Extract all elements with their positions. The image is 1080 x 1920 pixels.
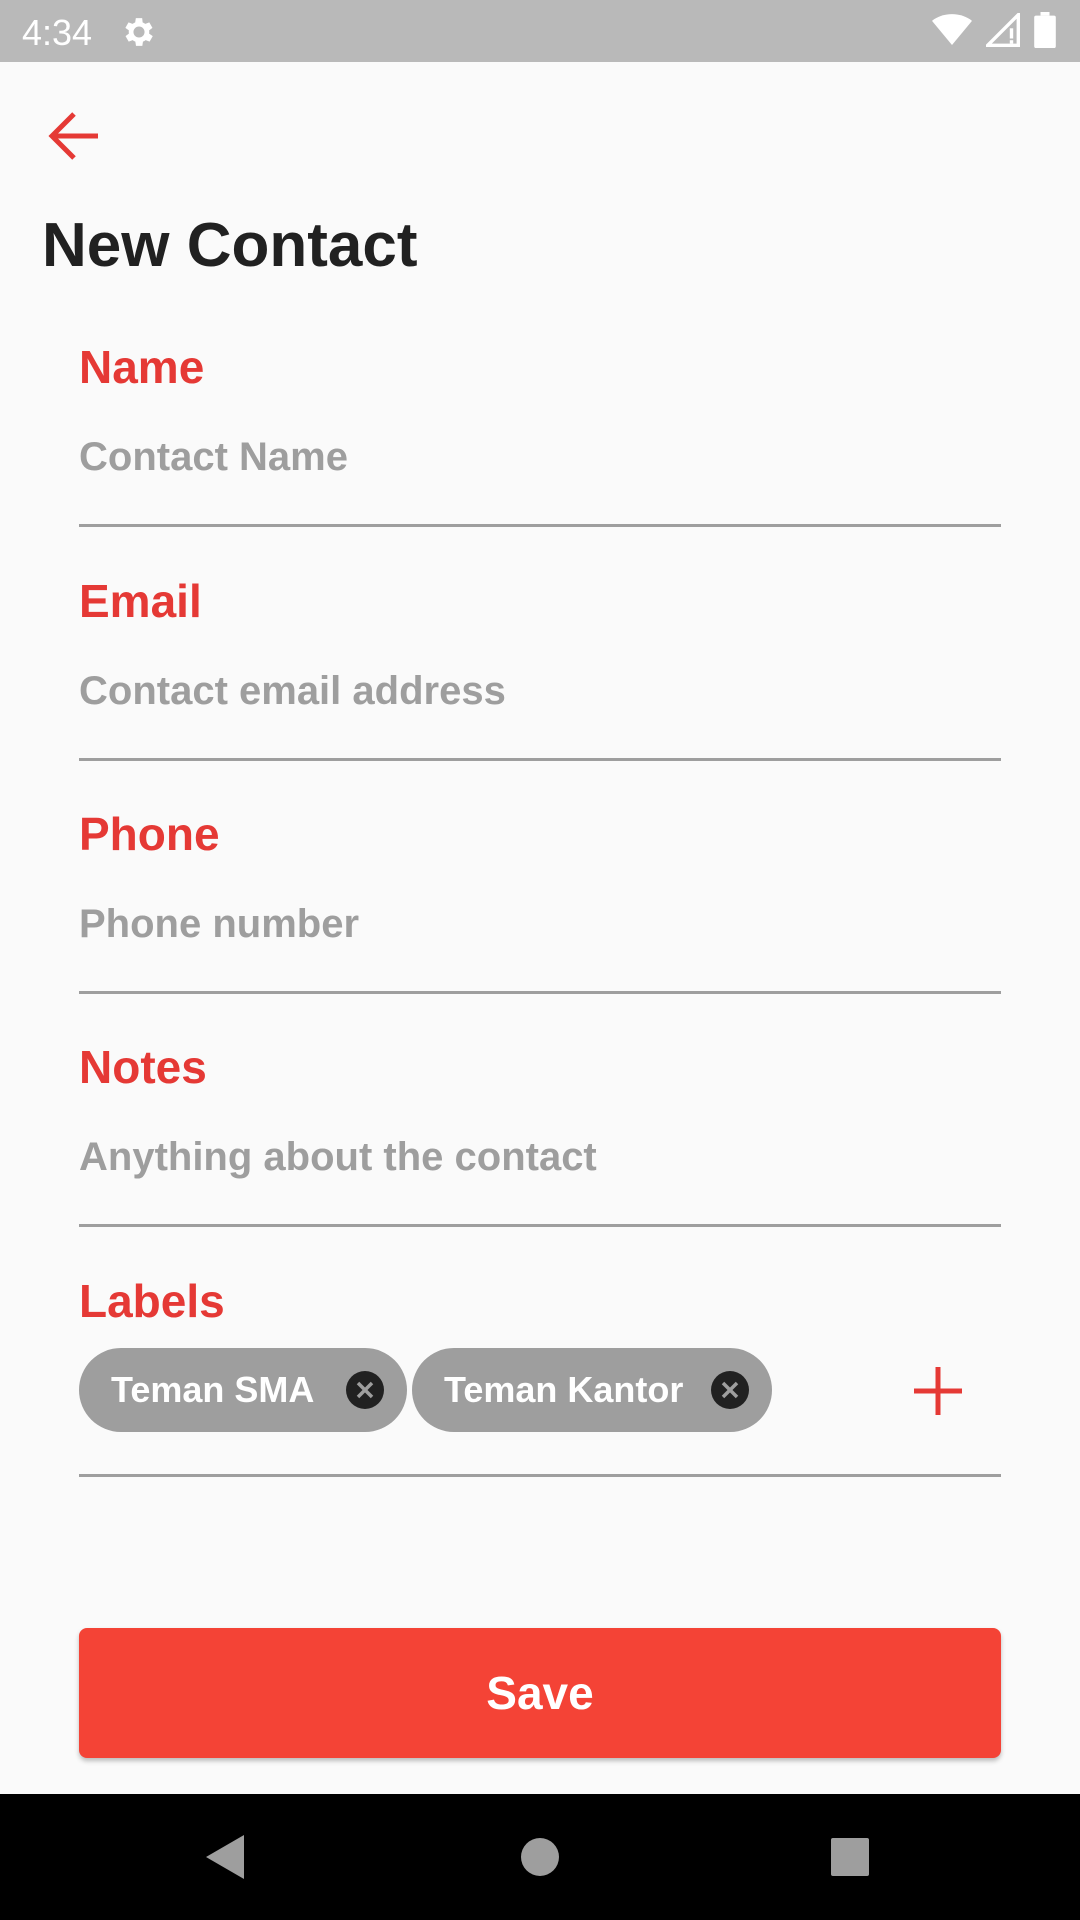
nav-recents-icon <box>831 1838 869 1876</box>
wifi-icon <box>932 14 972 45</box>
notes-label: Notes <box>79 1041 207 1093</box>
notes-input[interactable] <box>79 1130 1001 1184</box>
gear-icon <box>125 18 153 46</box>
email-underline <box>79 758 1001 761</box>
label-chip-text: Teman Kantor <box>444 1369 684 1410</box>
plus-icon[interactable] <box>911 1364 965 1418</box>
label-chip[interactable]: Teman Kantor <box>412 1348 772 1432</box>
email-input[interactable] <box>79 664 1001 718</box>
name-label: Name <box>79 341 205 393</box>
notes-field: Notes <box>79 1044 1001 1227</box>
phone-input[interactable] <box>79 897 1001 951</box>
label-chip[interactable]: Teman SMA <box>79 1348 407 1432</box>
labels-field: Labels <box>79 1278 1001 1324</box>
nav-recents-button[interactable] <box>790 1794 910 1920</box>
battery-icon <box>1034 12 1056 48</box>
cell-signal-icon <box>986 13 1020 47</box>
status-time: 4:34 <box>22 12 93 53</box>
nav-home-icon <box>521 1838 559 1876</box>
phone-field: Phone <box>79 811 1001 994</box>
email-field: Email <box>79 578 1001 761</box>
labels-label: Labels <box>79 1275 225 1327</box>
status-bar: 4:34 <box>0 0 1080 62</box>
system-nav-bar <box>0 1794 1080 1920</box>
nav-back-button[interactable] <box>166 1794 286 1920</box>
status-icons <box>932 12 1056 48</box>
notes-underline <box>79 1224 1001 1227</box>
nav-back-icon <box>206 1835 244 1879</box>
close-icon[interactable] <box>345 1370 385 1410</box>
labels-underline <box>79 1474 1001 1477</box>
arrow-back-icon[interactable] <box>44 110 102 162</box>
name-input[interactable] <box>79 430 1001 484</box>
phone-label: Phone <box>79 808 220 860</box>
page-title: New Contact <box>42 211 418 280</box>
name-underline <box>79 524 1001 527</box>
phone-underline <box>79 991 1001 994</box>
labels-chip-row: Teman SMA Teman Kantor <box>79 1348 1001 1432</box>
email-label: Email <box>79 575 202 627</box>
label-chip-text: Teman SMA <box>111 1369 315 1410</box>
name-field: Name <box>79 344 1001 527</box>
close-icon[interactable] <box>710 1370 750 1410</box>
save-button[interactable]: Save <box>79 1628 1001 1758</box>
nav-home-button[interactable] <box>480 1794 600 1920</box>
